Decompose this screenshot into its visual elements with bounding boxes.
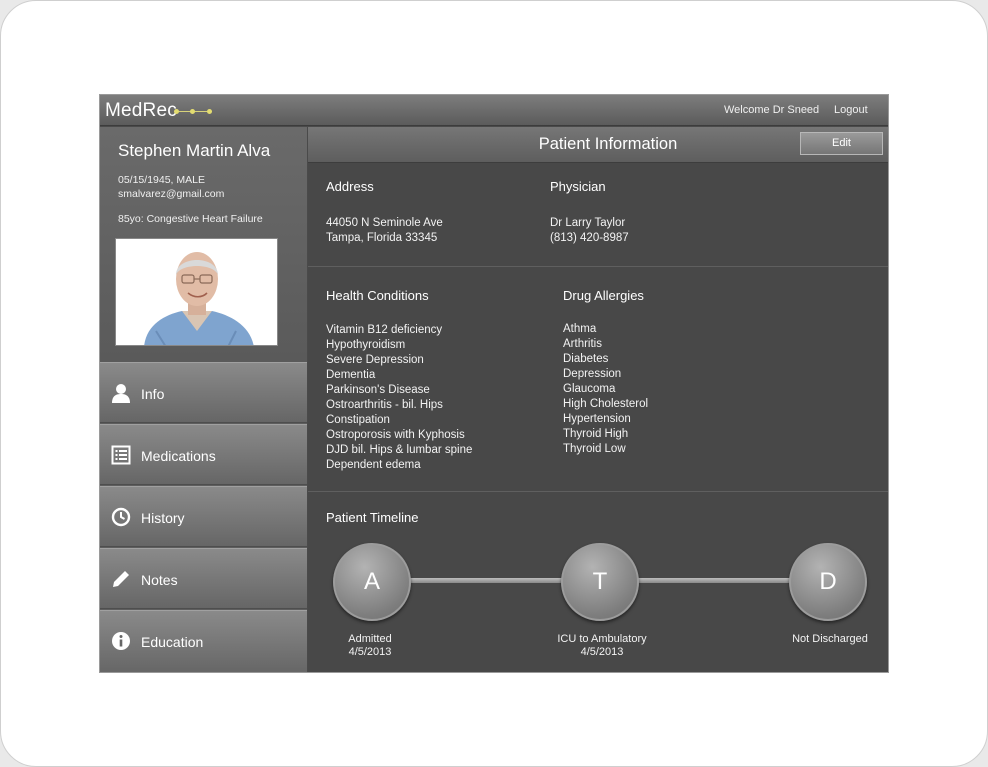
nav-item-label: History <box>141 510 185 526</box>
divider <box>308 491 888 492</box>
nav-item-medications[interactable]: Medications <box>100 424 307 485</box>
timeline-connector <box>406 578 566 583</box>
physician-phone: (813) 420-8987 <box>550 232 629 244</box>
timeline-connector <box>634 578 794 583</box>
list-item: Parkinson's Disease <box>326 384 430 396</box>
timeline-node-transfer[interactable]: T <box>561 543 639 621</box>
list-item: High Cholesterol <box>563 398 649 410</box>
address-title: Address <box>326 179 374 194</box>
list-item: Hypertension <box>563 413 631 425</box>
nav-item-history[interactable]: History <box>100 486 307 547</box>
info-icon <box>111 631 131 651</box>
health-conditions-list: Vitamin B12 deficiency Hypothyroidism Se… <box>326 323 472 473</box>
list-item: Athma <box>563 323 597 335</box>
logout-link[interactable]: Logout <box>834 104 868 116</box>
timeline-event: ICU to Ambulatory <box>557 633 647 645</box>
list-item: Vitamin B12 deficiency <box>326 324 443 336</box>
divider <box>308 266 888 267</box>
list-icon <box>111 445 131 465</box>
welcome-text: Welcome Dr Sneed <box>724 104 820 116</box>
clock-icon <box>111 507 131 527</box>
patient-photo-icon <box>116 239 277 345</box>
list-item: Severe Depression <box>326 354 424 366</box>
list-item: Glaucoma <box>563 383 616 395</box>
drug-allergies-title: Drug Allergies <box>563 288 644 303</box>
address-line1: 44050 N Seminole Ave <box>326 217 443 229</box>
patient-diagnosis: 85yo: Congestive Heart Failure <box>118 213 263 225</box>
timeline-label-transfer: ICU to Ambulatory 4/5/2013 <box>540 633 664 659</box>
logo-dots-icon <box>174 109 214 114</box>
list-item: Arthritis <box>563 338 602 350</box>
nav-item-info[interactable]: Info <box>100 362 307 423</box>
address-line2: Tampa, Florida 33345 <box>326 232 438 244</box>
list-item: Ostroporosis with Kyphosis <box>326 429 465 441</box>
patient-profile: Stephen Martin Alva 05/15/1945, MALE sma… <box>100 127 307 362</box>
patient-email: smalvarez@gmail.com <box>118 188 225 200</box>
timeline-title: Patient Timeline <box>326 510 419 525</box>
timeline-date: 4/5/2013 <box>580 646 624 658</box>
list-item: Diabetes <box>563 353 609 365</box>
health-conditions-title: Health Conditions <box>326 288 429 303</box>
list-item: Thyroid High <box>563 428 629 440</box>
timeline-date: 4/5/2013 <box>348 646 392 658</box>
patient-photo <box>115 238 278 346</box>
app-logo: MedRec <box>105 100 177 121</box>
top-bar: MedRec Welcome Dr Sneed Logout <box>100 95 888 126</box>
timeline-event: Admitted <box>348 633 392 645</box>
main-header: Patient Information Edit <box>308 127 888 163</box>
nav-item-label: Education <box>141 634 204 650</box>
patient-name: Stephen Martin Alva <box>118 141 271 160</box>
list-item: DJD bil. Hips & lumbar spine <box>326 444 473 456</box>
list-item: Dependent edema <box>326 459 421 471</box>
drug-allergies-list: Athma Arthritis Diabetes Depression Glau… <box>563 322 648 457</box>
timeline-event: Not Discharged <box>792 633 868 645</box>
list-item: Ostroarthritis - bil. Hips <box>326 399 443 411</box>
nav-item-label: Info <box>141 386 165 402</box>
person-icon <box>111 383 131 403</box>
nav-item-notes[interactable]: Notes <box>100 548 307 609</box>
nav-item-label: Medications <box>141 448 216 464</box>
list-item: Dementia <box>326 369 376 381</box>
edit-button[interactable]: Edit <box>800 132 883 155</box>
app-window: MedRec Welcome Dr Sneed Logout Stephen M… <box>99 94 889 673</box>
timeline-node-admitted[interactable]: A <box>333 543 411 621</box>
sidebar: Stephen Martin Alva 05/15/1945, MALE sma… <box>100 127 307 672</box>
nav-item-education[interactable]: Education <box>100 610 307 672</box>
pencil-icon <box>111 569 131 589</box>
list-item: Thyroid Low <box>563 443 626 455</box>
timeline-label-admitted: Admitted 4/5/2013 <box>320 633 420 659</box>
nav-item-label: Notes <box>141 572 178 588</box>
physician-title: Physician <box>550 179 606 194</box>
patient-dob-sex: 05/15/1945, MALE <box>118 174 205 186</box>
physician-name: Dr Larry Taylor <box>550 217 626 229</box>
timeline-label-discharge: Not Discharged <box>778 633 882 646</box>
list-item: Depression <box>563 368 622 380</box>
timeline-node-discharge[interactable]: D <box>789 543 867 621</box>
list-item: Constipation <box>326 414 390 426</box>
list-item: Hypothyroidism <box>326 339 406 351</box>
